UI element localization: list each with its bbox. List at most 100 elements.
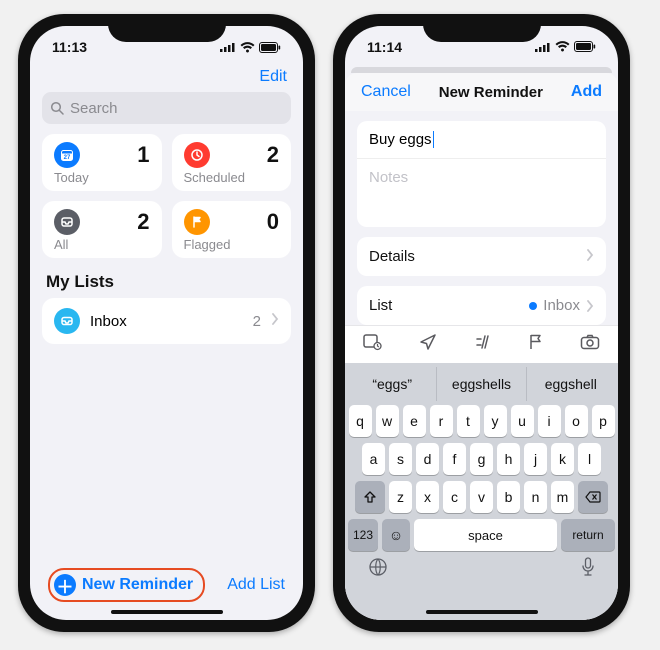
search-input[interactable]: Search xyxy=(42,92,291,124)
svg-text:27: 27 xyxy=(64,155,71,161)
key-g[interactable]: g xyxy=(470,443,493,475)
cancel-button[interactable]: Cancel xyxy=(361,83,411,101)
return-key[interactable]: return xyxy=(561,519,615,551)
notch xyxy=(423,14,541,42)
calendar-clock-icon[interactable] xyxy=(363,333,383,356)
globe-icon[interactable] xyxy=(368,557,388,582)
screen-reminders-home: 11:13 Edit Search 27 xyxy=(30,26,303,620)
location-icon[interactable] xyxy=(419,333,437,356)
battery-icon xyxy=(574,41,596,52)
key-m[interactable]: m xyxy=(551,481,574,513)
sheet-header: Cancel New Reminder Add xyxy=(345,73,618,111)
quick-toolbar xyxy=(345,325,618,363)
chevron-right-icon xyxy=(586,248,594,265)
cellular-icon xyxy=(535,42,551,52)
status-time: 11:14 xyxy=(367,39,402,55)
status-icons xyxy=(220,42,281,53)
suggestion-3[interactable]: eggshell xyxy=(527,367,615,401)
search-placeholder: Search xyxy=(70,100,118,117)
backspace-key[interactable] xyxy=(578,481,608,513)
key-y[interactable]: y xyxy=(484,405,507,437)
key-a[interactable]: a xyxy=(362,443,385,475)
card-flagged[interactable]: 0 Flagged xyxy=(172,201,292,258)
notch xyxy=(108,14,226,42)
key-row-4: 123 ☺ space return xyxy=(348,519,615,551)
key-o[interactable]: o xyxy=(565,405,588,437)
suggestion-2[interactable]: eggshells xyxy=(437,367,526,401)
card-scheduled[interactable]: 2 Scheduled xyxy=(172,134,292,191)
card-today[interactable]: 27 1 Today xyxy=(42,134,162,191)
clock-icon xyxy=(184,142,210,168)
search-icon xyxy=(50,101,64,115)
flag-icon[interactable] xyxy=(528,333,544,356)
add-button[interactable]: Add xyxy=(571,83,602,101)
key-c[interactable]: c xyxy=(443,481,466,513)
space-key[interactable]: space xyxy=(414,519,557,551)
key-j[interactable]: j xyxy=(524,443,547,475)
status-icons xyxy=(535,41,596,52)
key-v[interactable]: v xyxy=(470,481,493,513)
shift-key[interactable] xyxy=(355,481,385,513)
key-k[interactable]: k xyxy=(551,443,574,475)
key-e[interactable]: e xyxy=(403,405,426,437)
list-count: 2 xyxy=(253,313,261,330)
sheet-title: New Reminder xyxy=(439,84,543,101)
edit-button[interactable]: Edit xyxy=(259,68,287,86)
key-d[interactable]: d xyxy=(416,443,439,475)
plus-circle-icon: ＋ xyxy=(54,574,76,596)
chevron-right-icon xyxy=(271,312,279,330)
new-reminder-sheet: Cancel New Reminder Add Buy eggs Notes D… xyxy=(345,73,618,620)
new-reminder-button[interactable]: ＋ New Reminder xyxy=(48,568,205,602)
phone-left: 11:13 Edit Search 27 xyxy=(18,14,315,632)
flag-icon xyxy=(184,209,210,235)
key-l[interactable]: l xyxy=(578,443,601,475)
numbers-key[interactable]: 123 xyxy=(348,519,378,551)
key-row-3: z x c v b n m xyxy=(348,481,615,513)
battery-icon xyxy=(259,42,281,53)
list-inbox[interactable]: Inbox 2 xyxy=(42,298,291,344)
camera-icon[interactable] xyxy=(580,334,600,355)
key-b[interactable]: b xyxy=(497,481,520,513)
key-row-1: q w e r t y u i o p xyxy=(348,405,615,437)
key-s[interactable]: s xyxy=(389,443,412,475)
screen-new-reminder: 11:14 Cancel New Reminder Add Buy eggs xyxy=(345,26,618,620)
my-lists-heading: My Lists xyxy=(30,258,303,298)
key-row-2: a s d f g h j k l xyxy=(348,443,615,475)
key-w[interactable]: w xyxy=(376,405,399,437)
key-r[interactable]: r xyxy=(430,405,453,437)
emoji-key[interactable]: ☺ xyxy=(382,519,410,551)
phone-right: 11:14 Cancel New Reminder Add Buy eggs xyxy=(333,14,630,632)
keyboard: “eggs” eggshells eggshell q w e r t y u xyxy=(345,363,618,620)
key-z[interactable]: z xyxy=(389,481,412,513)
key-q[interactable]: q xyxy=(349,405,372,437)
mic-icon[interactable] xyxy=(581,557,595,582)
key-n[interactable]: n xyxy=(524,481,547,513)
key-i[interactable]: i xyxy=(538,405,561,437)
title-notes-card: Buy eggs Notes xyxy=(357,121,606,227)
suggestion-1[interactable]: “eggs” xyxy=(348,367,437,401)
calendar-icon: 27 xyxy=(54,142,80,168)
key-u[interactable]: u xyxy=(511,405,534,437)
bottom-toolbar: ＋ New Reminder Add List xyxy=(30,568,303,602)
details-row[interactable]: Details xyxy=(357,237,606,276)
add-list-button[interactable]: Add List xyxy=(227,576,285,594)
tag-icon[interactable] xyxy=(473,333,491,356)
text-caret xyxy=(433,131,434,148)
chevron-right-icon xyxy=(586,300,594,312)
key-f[interactable]: f xyxy=(443,443,466,475)
key-x[interactable]: x xyxy=(416,481,439,513)
notes-field[interactable]: Notes xyxy=(357,159,606,227)
wifi-icon xyxy=(555,41,570,52)
home-indicator[interactable] xyxy=(426,610,538,614)
list-label: Inbox xyxy=(90,313,127,330)
status-time: 11:13 xyxy=(52,39,87,55)
card-all[interactable]: 2 All xyxy=(42,201,162,258)
cellular-icon xyxy=(220,42,236,52)
title-field[interactable]: Buy eggs xyxy=(357,121,606,159)
key-p[interactable]: p xyxy=(592,405,615,437)
key-t[interactable]: t xyxy=(457,405,480,437)
home-indicator[interactable] xyxy=(111,610,223,614)
key-h[interactable]: h xyxy=(497,443,520,475)
list-row[interactable]: List Inbox xyxy=(357,286,606,325)
inbox-icon xyxy=(54,308,80,334)
